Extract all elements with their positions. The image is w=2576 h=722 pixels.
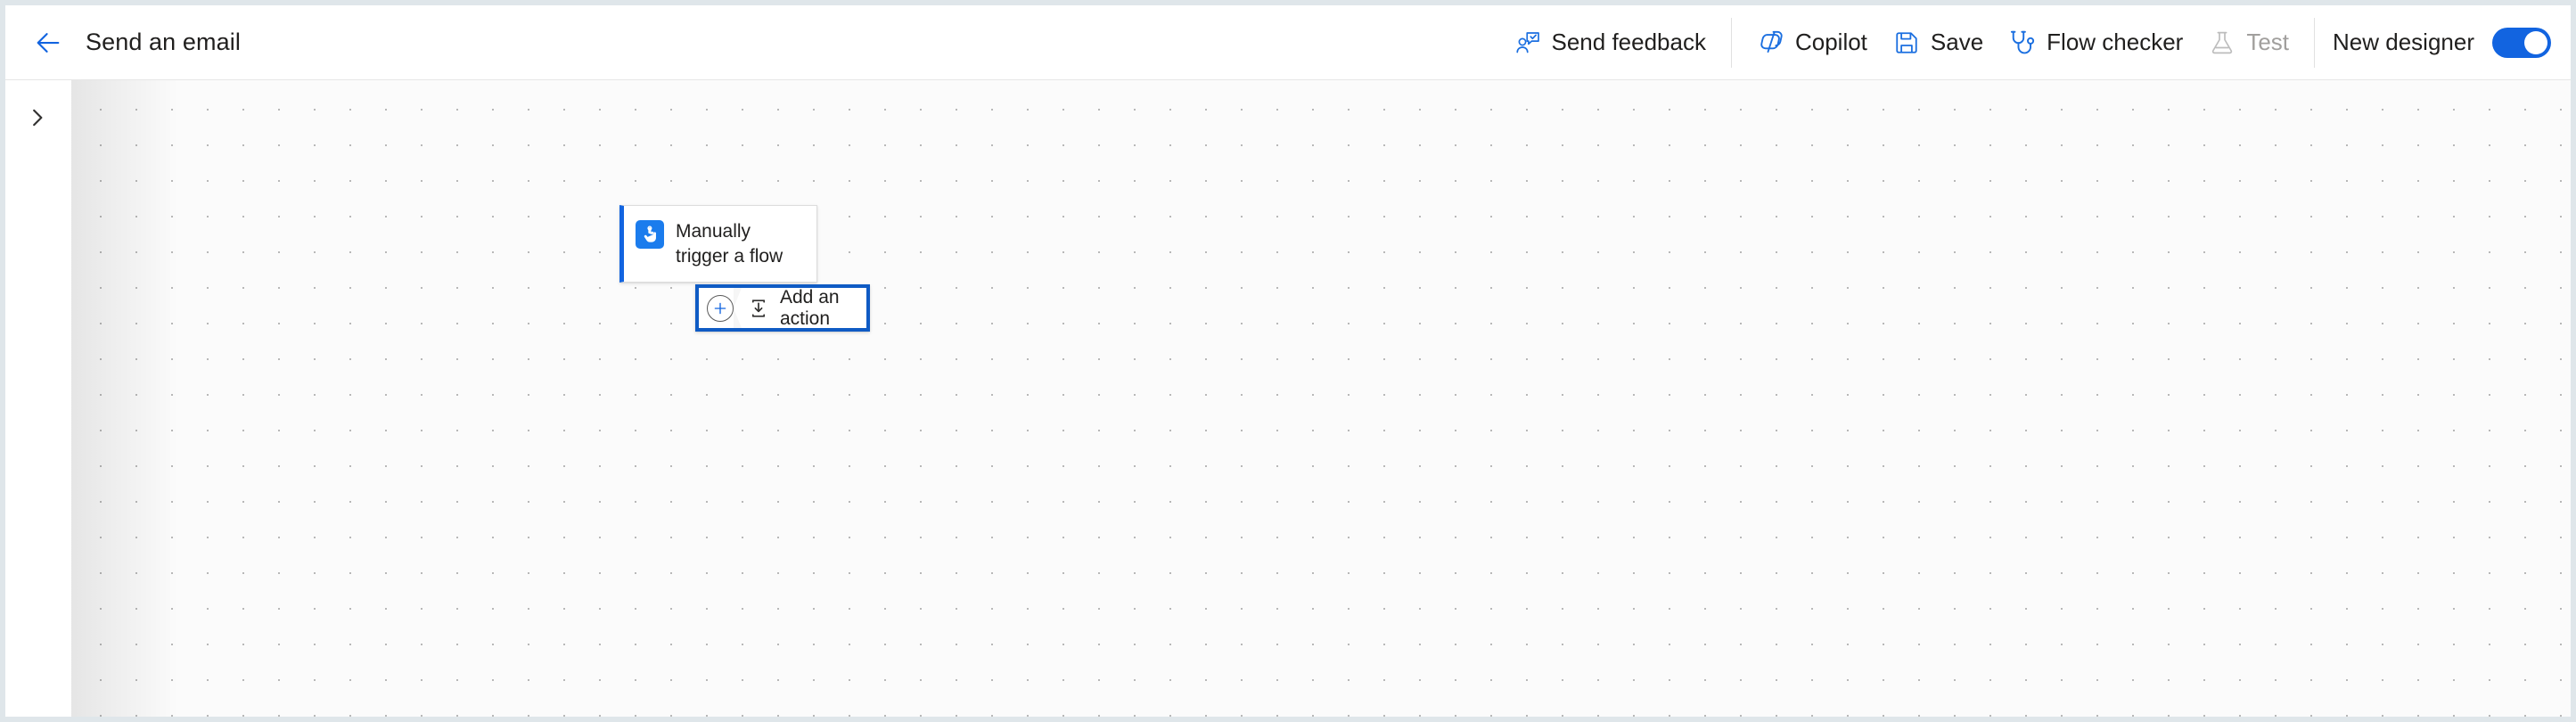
trigger-card-title: Manually trigger a flow [676,218,806,269]
app-header: Send an email Send feedback [5,5,2571,80]
toolbar-divider-1 [1731,18,1732,68]
test-button[interactable]: Test [2195,19,2301,67]
plus-slot-notch [734,288,742,328]
insert-between-icon [748,298,769,319]
send-feedback-button[interactable]: Send feedback [1501,19,1719,67]
new-designer-toggle[interactable] [2492,28,2551,58]
toolbar-divider-2 [2314,18,2315,68]
toolbar-group-primary: Send feedback Copilot [1501,5,2302,79]
person-feedback-icon [1514,29,1542,57]
flow-checker-button[interactable]: Flow checker [1996,19,2195,67]
manual-trigger-tap-icon [636,220,664,249]
save-button[interactable]: Save [1880,19,1996,67]
test-label: Test [2246,29,2289,56]
add-action-body[interactable]: Add an action [741,288,866,328]
left-panel-collapsed [5,80,71,717]
arrow-left-icon [33,28,63,58]
stethoscope-icon [2008,29,2037,57]
back-button[interactable] [27,21,70,64]
send-feedback-label: Send feedback [1552,29,1706,56]
save-label: Save [1931,29,1983,56]
chevron-right-icon [26,106,49,129]
flask-icon [2208,29,2236,57]
add-action-plus-slot[interactable] [699,288,741,328]
header-toolbar: Send feedback Copilot [1501,5,2572,79]
copilot-button[interactable]: Copilot [1744,19,1880,67]
trigger-card[interactable]: Manually trigger a flow [619,205,817,283]
copilot-icon [1757,29,1785,57]
plus-circle-icon [707,295,734,322]
designer-body: Manually trigger a flow [5,80,2571,717]
floppy-save-icon [1892,29,1921,57]
toggle-knob [2524,31,2547,54]
flow-designer-app: Send an email Send feedback [0,0,2576,722]
page-title: Send an email [86,29,241,56]
add-an-action-label: Add an action [780,287,866,330]
flow-canvas[interactable]: Manually trigger a flow [71,80,2571,717]
canvas-left-shadow [71,80,178,717]
new-designer-toggle-group: New designer [2327,28,2551,58]
flow-checker-label: Flow checker [2047,29,2183,56]
new-designer-label: New designer [2333,29,2474,56]
expand-left-panel-button[interactable] [16,96,59,139]
add-an-action-card[interactable]: Add an action [695,284,870,332]
copilot-label: Copilot [1795,29,1867,56]
header-left-group: Send an email [5,21,241,64]
